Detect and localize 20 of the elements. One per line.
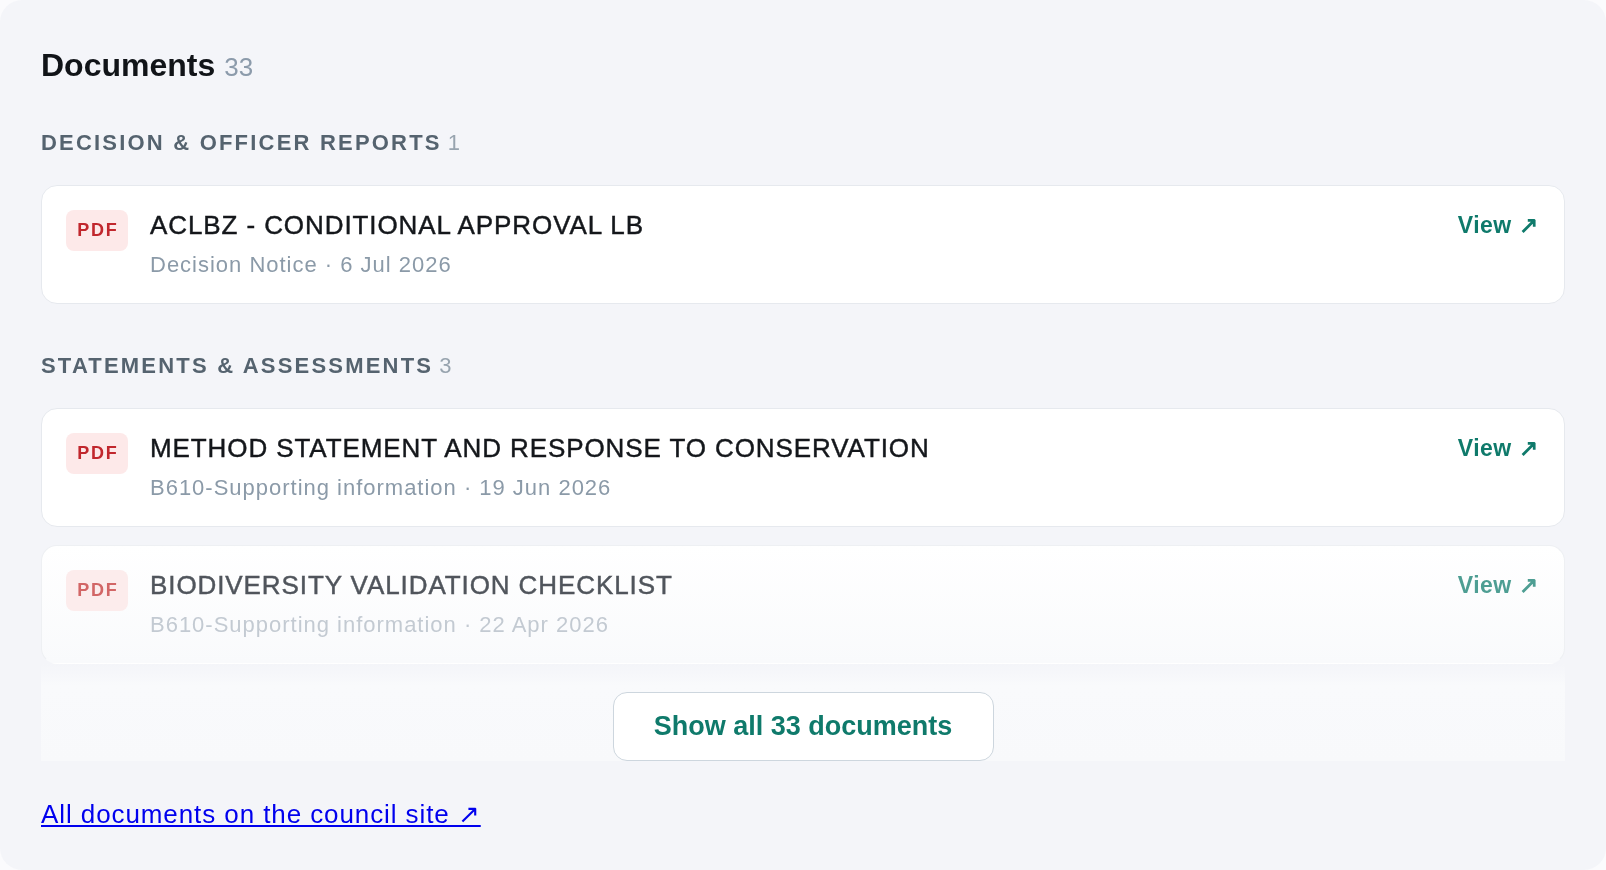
document-title: ACLBZ - CONDITIONAL APPROVAL LB <box>150 210 645 240</box>
view-link[interactable]: View ↗ <box>1457 570 1538 600</box>
file-type-tag: PDF <box>66 210 128 251</box>
view-link[interactable]: View ↗ <box>1457 210 1538 240</box>
section-heading: DECISION & OFFICER REPORTS <box>41 130 442 156</box>
view-link[interactable]: View ↗ <box>1457 433 1538 463</box>
section-count: 1 <box>447 130 460 156</box>
document-meta: B610-Supporting information · 22 Apr 2026 <box>150 612 610 638</box>
council-site-link[interactable]: All documents on the council site ↗ <box>41 799 481 829</box>
file-type-tag: PDF <box>66 433 128 474</box>
show-all-button[interactable]: Show all 33 documents <box>612 692 994 761</box>
file-type-tag: PDF <box>66 570 128 611</box>
section-heading: STATEMENTS & ASSESSMENTS <box>41 353 434 379</box>
document-count: 33 <box>224 51 254 84</box>
document-title: METHOD STATEMENT AND RESPONSE TO CONSERVATION <box>150 433 931 463</box>
section-count: 3 <box>439 353 452 379</box>
document-meta: B610-Supporting information · 19 Jun 2026 <box>150 475 613 501</box>
panel-title: Documents <box>41 46 216 84</box>
document-title: BIODIVERSITY VALIDATION CHECKLIST <box>150 570 674 600</box>
document-meta: Decision Notice · 6 Jul 2026 <box>150 252 453 278</box>
